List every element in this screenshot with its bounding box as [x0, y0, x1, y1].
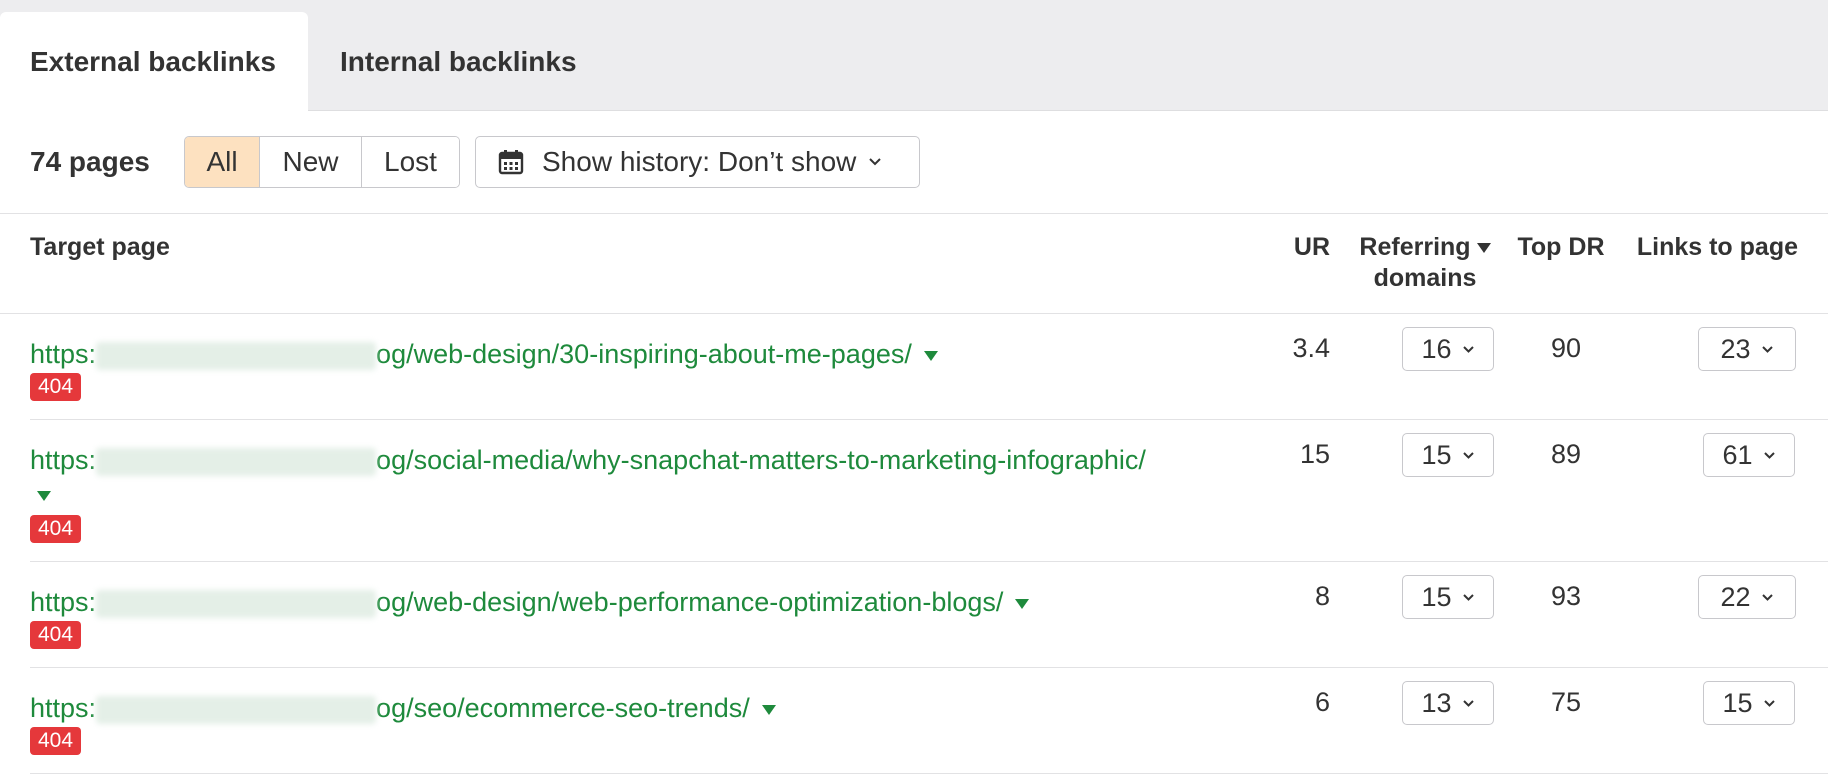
url-path: og/social-media/why-snapchat-matters-to-…	[376, 445, 1146, 475]
chevron-down-icon	[1462, 345, 1474, 353]
filter-lost-button[interactable]: Lost	[362, 137, 459, 187]
referring-domains-dropdown[interactable]: 15	[1402, 433, 1494, 477]
links-to-page-value: 15	[1722, 687, 1753, 718]
table-row: https: og/web-design/30-inspiring-about-m…	[30, 315, 1828, 420]
url-prefix: https:	[30, 587, 97, 617]
links-to-page-dropdown[interactable]: 61	[1703, 433, 1795, 477]
links-to-page-dropdown[interactable]: 22	[1698, 575, 1796, 619]
filter-all-button[interactable]: All	[185, 137, 260, 187]
caret-down-icon[interactable]	[1015, 598, 1030, 609]
redacted-domain	[96, 695, 377, 724]
show-history-dropdown[interactable]: Show history: Don’t show	[475, 136, 920, 188]
referring-domains-value: 15	[1421, 581, 1452, 612]
toolbar: 74 pages All New Lost Show history: Don’…	[0, 112, 1828, 214]
referring-domains-value: 15	[1421, 439, 1452, 470]
referring-domains-value: 16	[1421, 333, 1452, 364]
top-dr-value: 90	[1550, 333, 1582, 363]
status-badge: 404	[30, 373, 82, 401]
referring-domains-dropdown[interactable]: 13	[1402, 681, 1494, 725]
column-header-links-to-page[interactable]: Links to page	[1628, 232, 1798, 263]
caret-down-icon[interactable]	[761, 704, 776, 715]
status-badge: 404	[30, 515, 82, 543]
tab-label: External backlinks	[30, 46, 276, 77]
column-header-label: Referring	[1359, 233, 1471, 261]
column-header-label: domains	[1373, 264, 1477, 292]
links-to-page-dropdown[interactable]: 15	[1703, 681, 1795, 725]
target-page-link[interactable]: https: og/seo/ecommerce-seo-trends/	[30, 689, 776, 727]
ur-value: 8	[1314, 581, 1330, 611]
url-path: og/web-design/web-performance-optimizati…	[376, 587, 1004, 617]
ur-value: 15	[1299, 439, 1330, 469]
links-to-page-value: 22	[1720, 581, 1751, 612]
status-badge: 404	[30, 727, 82, 755]
pages-count: 74 pages	[30, 146, 150, 177]
top-dr-value: 75	[1550, 687, 1582, 717]
target-page-link[interactable]: https: og/web-design/30-inspiring-about-m…	[30, 335, 938, 373]
column-header-target-page[interactable]: Target page	[30, 232, 170, 263]
referring-domains-dropdown[interactable]: 16	[1402, 327, 1494, 371]
chevron-down-icon	[1462, 699, 1474, 707]
chevron-down-icon	[869, 158, 882, 166]
url-path: og/seo/ecommerce-seo-trends/	[376, 693, 750, 723]
target-page-link[interactable]: https: og/web-design/web-performance-opti…	[30, 583, 1030, 621]
tab-external-backlinks[interactable]: External backlinks	[0, 12, 308, 112]
column-header-top-dr[interactable]: Top DR	[1506, 232, 1616, 263]
status-badge: 404	[30, 621, 82, 649]
url-path: og/web-design/30-inspiring-about-me-page…	[376, 339, 912, 369]
links-to-page-dropdown[interactable]: 23	[1698, 327, 1796, 371]
column-header-ur[interactable]: UR	[1280, 232, 1330, 263]
top-dr-value: 93	[1550, 581, 1582, 611]
chevron-down-icon	[1462, 593, 1474, 601]
redacted-domain	[96, 589, 377, 618]
filter-new-button[interactable]: New	[260, 137, 362, 187]
sort-desc-icon	[1476, 243, 1491, 254]
tab-internal-backlinks[interactable]: Internal backlinks	[340, 12, 577, 112]
column-header-referring-domains[interactable]: Referring domains	[1350, 232, 1500, 294]
table-row: https: og/seo/ecommerce-seo-trends/ 404 6…	[30, 669, 1828, 774]
caret-down-icon[interactable]	[37, 491, 51, 501]
ur-value: 3.4	[1292, 333, 1330, 363]
table-header: Target page UR Referring domains Top DR …	[0, 214, 1828, 314]
url-prefix: https:	[30, 693, 97, 723]
tab-bar: External backlinks Internal backlinks	[0, 0, 1828, 112]
ur-value: 6	[1314, 687, 1330, 717]
referring-domains-dropdown[interactable]: 15	[1402, 575, 1494, 619]
calendar-icon	[498, 150, 524, 175]
filter-segmented-control: All New Lost	[184, 136, 460, 188]
chevron-down-icon	[1763, 699, 1775, 707]
url-prefix: https:	[30, 445, 97, 475]
chevron-down-icon	[1761, 345, 1773, 353]
caret-down-icon[interactable]	[923, 350, 938, 361]
url-prefix: https:	[30, 339, 97, 369]
tab-label: Internal backlinks	[340, 46, 577, 77]
chevron-down-icon	[1761, 593, 1773, 601]
referring-domains-value: 13	[1421, 687, 1452, 718]
target-page-link[interactable]: https: og/social-media/why-snapchat-matte…	[30, 441, 1146, 479]
table-row: https: og/social-media/why-snapchat-matte…	[30, 421, 1828, 562]
chevron-down-icon	[1763, 451, 1775, 459]
links-to-page-value: 61	[1722, 439, 1753, 470]
table-row: https: og/web-design/web-performance-opti…	[30, 563, 1828, 668]
chevron-down-icon	[1462, 451, 1474, 459]
links-to-page-value: 23	[1720, 333, 1751, 364]
show-history-label: Show history: Don’t show	[542, 146, 857, 177]
top-dr-value: 89	[1550, 439, 1582, 469]
redacted-domain	[96, 447, 377, 476]
redacted-domain	[96, 341, 377, 370]
